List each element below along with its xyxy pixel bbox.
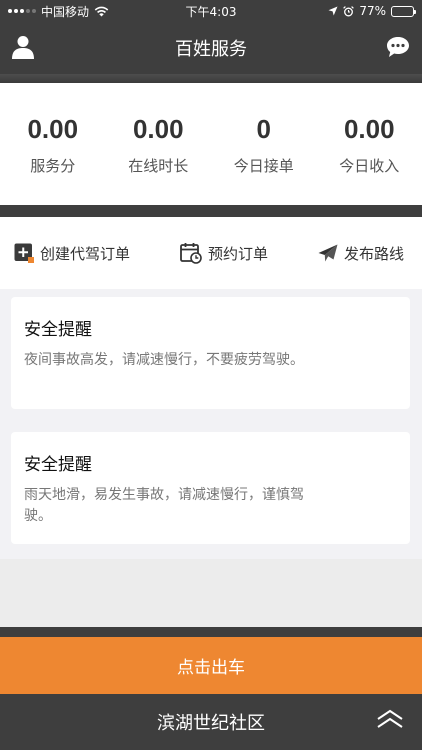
- reservation-orders-label: 预约订单: [207, 244, 268, 263]
- community-name: 滨湖世纪社区: [157, 713, 265, 734]
- alert-title: 安全提醒: [24, 455, 92, 475]
- status-bar: 中国移动 下午4:03 77%: [0, 0, 422, 22]
- location-arrow-icon: [328, 6, 338, 16]
- stat-label: 今日收入: [339, 157, 400, 175]
- empty-area: [0, 559, 422, 627]
- section-divider: [0, 205, 422, 217]
- user-icon: [12, 36, 34, 59]
- stat-value: 0.00: [27, 114, 79, 144]
- stats-panel: 0.00 服务分 0.00 在线时长 0 今日接单 0.00 今日收入: [0, 83, 422, 205]
- stat-online-duration: 0.00 在线时长: [106, 83, 212, 205]
- battery-percent: 77%: [359, 4, 386, 18]
- stat-label: 今日接单: [233, 157, 294, 175]
- stat-service-score: 0.00 服务分: [0, 83, 106, 205]
- stat-label: 服务分: [30, 157, 76, 175]
- alert-title: 安全提醒: [24, 320, 92, 340]
- page-title: 百姓服务: [175, 39, 247, 60]
- publish-route-label: 发布路线: [343, 244, 404, 263]
- header-shadow: [0, 74, 422, 83]
- expand-button[interactable]: [376, 709, 404, 734]
- create-order-button[interactable]: 创建代驾订单: [14, 243, 130, 264]
- alert-body: 雨天地滑，易发生事故，请减速慢行，谨慎驾驶。: [24, 487, 304, 524]
- plus-square-icon: [14, 243, 34, 263]
- wifi-icon: [94, 6, 109, 16]
- publish-route-button[interactable]: 发布路线: [318, 243, 404, 264]
- create-order-label: 创建代驾订单: [40, 244, 131, 263]
- alert-body: 夜间事故高发，请减速慢行，不要疲劳驾驶。: [24, 352, 304, 368]
- navigation-bar: 百姓服务: [0, 22, 422, 74]
- stat-value: 0: [256, 114, 271, 144]
- battery-icon: [391, 5, 416, 17]
- stat-value: 0.00: [343, 114, 395, 144]
- start-driving-button[interactable]: 点击出车: [0, 637, 422, 694]
- stat-value: 0.00: [132, 114, 184, 144]
- signal-icon: [8, 9, 36, 13]
- start-driving-label: 点击出车: [177, 658, 245, 678]
- alarm-icon: [343, 5, 355, 16]
- chat-bubble-icon: [387, 37, 409, 57]
- carrier-name: 中国移动: [41, 4, 90, 19]
- safety-alert-card: 安全提醒 夜间事故高发，请减速慢行，不要疲劳驾驶。: [11, 297, 410, 409]
- stat-today-orders: 0 今日接单: [211, 83, 317, 205]
- paper-plane-icon: [318, 244, 338, 262]
- alerts-area: 安全提醒 夜间事故高发，请减速慢行，不要疲劳驾驶。 安全提醒 雨天地滑，易发生事…: [0, 289, 422, 559]
- status-left: 中国移动: [8, 3, 109, 20]
- stat-label: 在线时长: [128, 157, 189, 175]
- reservation-orders-button[interactable]: 预约订单: [180, 242, 268, 264]
- profile-button[interactable]: [12, 35, 34, 63]
- messages-button[interactable]: [386, 36, 410, 62]
- double-chevron-up-icon: [377, 709, 403, 728]
- status-right: 77%: [328, 4, 416, 18]
- depart-bar-top: [0, 627, 422, 637]
- quick-actions: 创建代驾订单 预约订单 发布路线: [0, 217, 422, 289]
- calendar-clock-icon: [180, 243, 202, 264]
- bottom-bar: 滨湖世纪社区: [0, 694, 422, 750]
- stat-today-income: 0.00 今日收入: [317, 83, 422, 205]
- safety-alert-card: 安全提醒 雨天地滑，易发生事故，请减速慢行，谨慎驾驶。: [11, 432, 410, 544]
